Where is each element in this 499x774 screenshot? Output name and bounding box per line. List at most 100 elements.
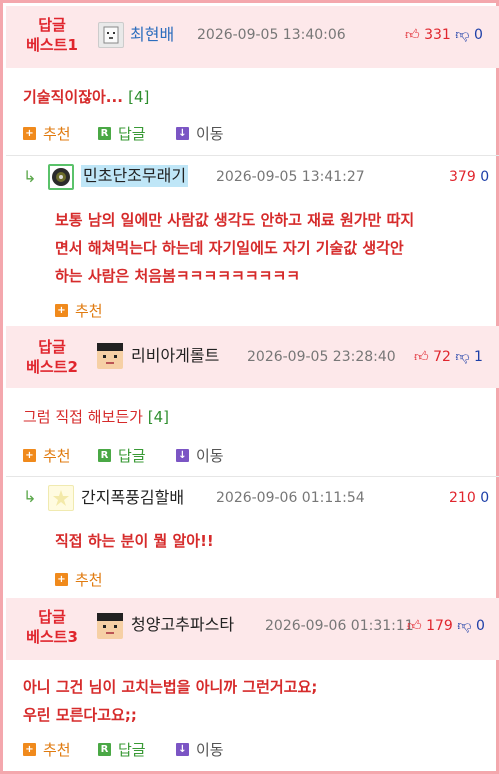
vote-counts: 👍︎ 179 👎︎ 0: [407, 616, 485, 636]
author-name[interactable]: 민초단조무래기: [81, 165, 189, 187]
comment-date: 2026-09-05 13:41:27: [216, 169, 365, 185]
best-tag-line1: 답글: [38, 338, 66, 356]
upvote-count: 379: [449, 169, 476, 185]
reply-label: 답글: [118, 125, 146, 143]
recommend-button[interactable]: + 추천: [23, 739, 71, 760]
arrow-down-icon: ↓: [176, 449, 189, 462]
best-tag-line1: 답글: [38, 608, 66, 626]
star-avatar-icon: [53, 490, 69, 506]
recommend-button[interactable]: + 추천: [55, 569, 103, 590]
arrow-down-icon: ↓: [176, 127, 189, 140]
reply-line: 하는 사람은 처음봄ㅋㅋㅋㅋㅋㅋㅋㅋㅋ: [55, 267, 301, 285]
downvote-count: 0: [475, 618, 485, 634]
reply-button[interactable]: R 답글: [98, 739, 146, 760]
comment-text: 아니 그건 님이 고치는법을 아니까 그런거고요; 우린 모른다고요;;: [23, 673, 317, 729]
best-tag-line2: 베스트2: [26, 358, 78, 376]
avatar[interactable]: [48, 164, 74, 190]
comment-actions: + 추천 R 답글 ↓ 이동: [23, 445, 283, 467]
thumb-down-icon[interactable]: 👎︎: [455, 25, 469, 45]
badge-avatar-icon: [52, 168, 70, 186]
recommend-button[interactable]: + 추천: [23, 123, 71, 144]
comment-line: 우린 모른다고요;;: [23, 706, 137, 724]
author-name[interactable]: 리비아게롤트: [131, 345, 219, 367]
pixel-face-avatar-icon: [97, 613, 123, 634]
best-tag-2: 답글 베스트2: [17, 337, 87, 377]
divider: [6, 155, 499, 156]
recommend-label: 추천: [43, 447, 71, 465]
plus-icon: +: [55, 573, 68, 586]
upvote-count: 179: [426, 618, 453, 634]
move-label: 이동: [196, 447, 224, 465]
reply-button[interactable]: R 답글: [98, 123, 146, 144]
plus-icon: +: [23, 127, 36, 140]
comment-date: 2026-09-06 01:11:54: [216, 490, 365, 506]
recommend-label: 추천: [75, 302, 103, 320]
comment-text: 그럼 직접 해보든가 [4]: [23, 403, 169, 431]
vote-counts: 👍︎ 72 👎︎ 1: [414, 347, 483, 367]
vote-counts: 210 0: [449, 488, 489, 508]
avatar[interactable]: [97, 613, 123, 639]
reply-line: 면서 해쳐먹는다 하는데 자기일에도 자기 기술값 생각안: [55, 239, 404, 257]
author-name[interactable]: 간지폭풍김할배: [81, 487, 184, 509]
reply-label: 답글: [118, 447, 146, 465]
move-button[interactable]: ↓ 이동: [176, 739, 224, 760]
comment-list: 답글 베스트1 최현배 2026-09-05 13:40:06 👍︎ 331 👎…: [0, 0, 499, 774]
reply-line: 직접 하는 분이 뭘 알아!!: [55, 532, 214, 550]
downvote-count: 0: [480, 490, 490, 506]
move-button[interactable]: ↓ 이동: [176, 445, 224, 466]
thumb-down-icon[interactable]: 👎︎: [455, 347, 469, 367]
recommend-label: 추천: [43, 741, 71, 759]
comment-actions: + 추천 R 답글 ↓ 이동: [23, 739, 283, 761]
comment-date: 2026-09-05 23:28:40: [247, 349, 396, 365]
best-tag-1: 답글 베스트1: [17, 15, 87, 55]
reply-text: 보통 남의 일에만 사람값 생각도 안하고 재료 원가만 따지 면서 해쳐먹는다…: [55, 206, 495, 290]
reply-icon: R: [98, 127, 111, 140]
move-label: 이동: [196, 125, 224, 143]
comment-actions: + 추천 R 답글 ↓ 이동: [23, 123, 283, 145]
avatar[interactable]: [48, 485, 74, 511]
move-button[interactable]: ↓ 이동: [176, 123, 224, 144]
reply-count[interactable]: [4]: [148, 408, 169, 426]
author-name[interactable]: 청양고추파스타: [131, 614, 234, 636]
plus-icon: +: [55, 304, 68, 317]
avatar[interactable]: [98, 22, 124, 48]
comment-body: 그럼 직접 해보든가: [23, 408, 143, 426]
vote-counts: 379 0: [449, 167, 489, 187]
upvote-count: 210: [449, 490, 476, 506]
upvote-count: 72: [433, 349, 451, 365]
reply-label: 답글: [118, 741, 146, 759]
recommend-button[interactable]: + 추천: [23, 445, 71, 466]
reply-arrow-icon: ↳: [23, 167, 37, 186]
comment-line: 아니 그건 님이 고치는법을 아니까 그런거고요;: [23, 678, 318, 696]
best-tag-3: 답글 베스트3: [17, 607, 87, 647]
reply-actions: + 추천: [55, 569, 135, 591]
reply-actions: + 추천: [55, 300, 135, 322]
reply-arrow-icon: ↳: [23, 487, 37, 506]
author-name[interactable]: 최현배: [130, 24, 174, 46]
move-label: 이동: [196, 741, 224, 759]
downvote-count: 0: [473, 27, 483, 43]
best-tag-line1: 답글: [38, 16, 66, 34]
thumb-up-icon[interactable]: 👍︎: [405, 25, 420, 45]
avatar[interactable]: [97, 343, 123, 369]
dog-avatar-icon: [103, 26, 119, 44]
recommend-button[interactable]: + 추천: [55, 300, 103, 321]
reply-button[interactable]: R 답글: [98, 445, 146, 466]
plus-icon: +: [23, 449, 36, 462]
reply-icon: R: [98, 449, 111, 462]
comment-body: 기술직이잖아...: [23, 88, 123, 106]
arrow-down-icon: ↓: [176, 743, 189, 756]
thumb-down-icon[interactable]: 👎︎: [457, 616, 471, 636]
reply-text: 직접 하는 분이 뭘 알아!!: [55, 527, 495, 555]
upvote-count: 331: [424, 27, 451, 43]
best-tag-line2: 베스트3: [26, 628, 78, 646]
reply-line: 보통 남의 일에만 사람값 생각도 안하고 재료 원가만 따지: [55, 211, 415, 229]
comment-text: 기술직이잖아... [4]: [23, 83, 149, 111]
thumb-up-icon[interactable]: 👍︎: [414, 347, 429, 367]
divider: [6, 476, 499, 477]
pixel-face-avatar-icon: [97, 343, 123, 364]
reply-count[interactable]: [4]: [128, 88, 149, 106]
thumb-up-icon[interactable]: 👍︎: [407, 616, 422, 636]
reply-icon: R: [98, 743, 111, 756]
comment-date: 2026-09-06 01:31:11: [265, 618, 414, 634]
